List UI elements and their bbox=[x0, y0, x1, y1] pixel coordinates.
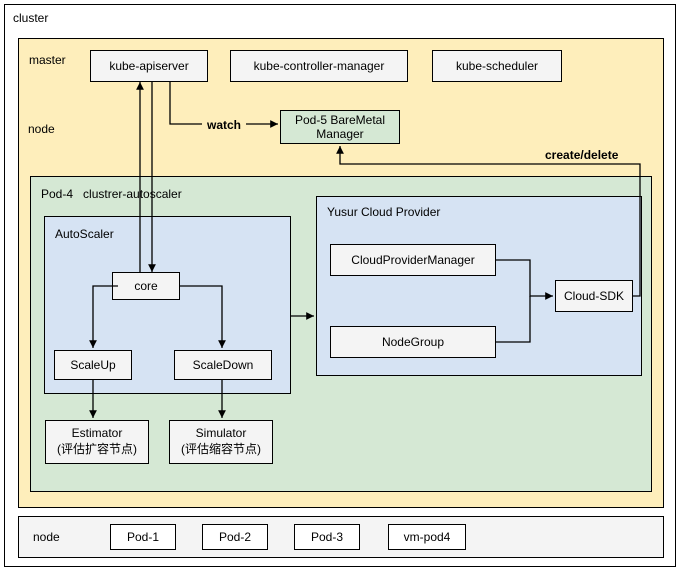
estimator-label: Estimator (评估扩容节点) bbox=[57, 426, 137, 457]
kube-controller-manager-box: kube-controller-manager bbox=[230, 50, 408, 82]
pod1-box: Pod-1 bbox=[110, 524, 176, 550]
scaledown-box: ScaleDown bbox=[174, 350, 272, 380]
autoscaler-label: AutoScaler bbox=[55, 227, 114, 241]
nodegroup-label: NodeGroup bbox=[382, 335, 444, 349]
cloud-sdk-box: Cloud-SDK bbox=[555, 280, 633, 312]
pod2-label: Pod-2 bbox=[219, 530, 251, 544]
master-label: master bbox=[29, 53, 66, 67]
cloud-provider-manager-box: CloudProviderManager bbox=[330, 244, 496, 276]
pod4-label: Pod-4 clustrer-autoscaler bbox=[41, 187, 182, 201]
pod5-label: Pod-5 BareMetal Manager bbox=[295, 113, 385, 142]
provider-label: Yusur Cloud Provider bbox=[327, 205, 440, 219]
kube-controller-manager-label: kube-controller-manager bbox=[254, 59, 385, 73]
pod2-box: Pod-2 bbox=[202, 524, 268, 550]
core-label: core bbox=[134, 279, 157, 293]
nodegroup-box: NodeGroup bbox=[330, 326, 496, 358]
estimator-box: Estimator (评估扩容节点) bbox=[45, 420, 149, 464]
scaleup-label: ScaleUp bbox=[70, 358, 115, 372]
kube-apiserver-label: kube-apiserver bbox=[109, 59, 188, 73]
kube-scheduler-box: kube-scheduler bbox=[432, 50, 562, 82]
cluster-label: cluster bbox=[13, 11, 48, 25]
vmpod4-label: vm-pod4 bbox=[404, 530, 451, 544]
vmpod4-box: vm-pod4 bbox=[388, 524, 466, 550]
create-delete-label: create/delete bbox=[545, 148, 618, 162]
core-box: core bbox=[112, 272, 180, 300]
kube-apiserver-box: kube-apiserver bbox=[90, 50, 208, 82]
scaledown-label: ScaleDown bbox=[193, 358, 254, 372]
pod1-label: Pod-1 bbox=[127, 530, 159, 544]
pod3-label: Pod-3 bbox=[311, 530, 343, 544]
pod3-box: Pod-3 bbox=[294, 524, 360, 550]
pod5-box: Pod-5 BareMetal Manager bbox=[280, 110, 400, 144]
simulator-label: Simulator (评估缩容节点) bbox=[181, 426, 261, 457]
watch-label: watch bbox=[207, 118, 241, 132]
kube-scheduler-label: kube-scheduler bbox=[456, 59, 538, 73]
node-upper-label: node bbox=[28, 122, 55, 136]
simulator-box: Simulator (评估缩容节点) bbox=[169, 420, 273, 464]
node-lower-label: node bbox=[33, 530, 60, 544]
cloud-sdk-label: Cloud-SDK bbox=[564, 289, 624, 303]
scaleup-box: ScaleUp bbox=[54, 350, 132, 380]
cloud-provider-manager-label: CloudProviderManager bbox=[351, 253, 474, 267]
